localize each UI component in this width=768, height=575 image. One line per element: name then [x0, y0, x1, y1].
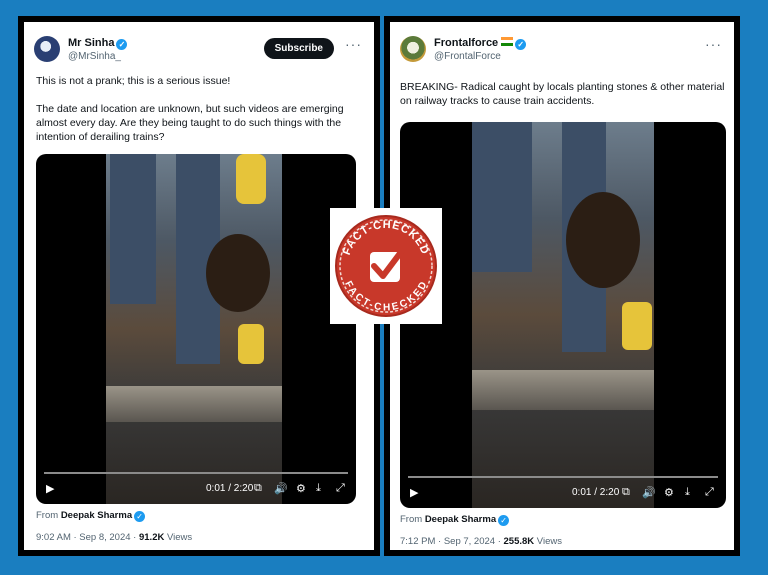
video-player[interactable]: ▶ 0:01 / 2:20 ⧉ 🔊 ⚙ ⤓ ⤢ — [400, 122, 726, 508]
play-icon[interactable]: ▶ — [410, 486, 418, 499]
fact-checked-stamp-box: FACT-CHECKED FACT-CHECKED — [330, 208, 442, 324]
india-flag-icon — [501, 37, 514, 46]
video-player[interactable]: ▶ 0:01 / 2:20 ⧉ 🔊 ⚙ ⤓ ⤢ — [36, 154, 356, 504]
tweet-header: Frontalforce ✓ @FrontalForce ··· — [400, 36, 724, 70]
volume-icon[interactable]: 🔊 — [274, 482, 288, 495]
pip-icon[interactable]: ⤓ — [316, 482, 321, 495]
video-sleeve — [622, 302, 652, 350]
tweet-text: BREAKING- Radical caught by locals plant… — [400, 81, 725, 107]
volume-icon[interactable]: 🔊 — [642, 486, 656, 499]
video-time: 0:01 / 2:20 — [206, 483, 254, 494]
author-name[interactable]: Mr Sinha ✓ — [68, 37, 128, 50]
author-handle[interactable]: @MrSinha_ — [68, 51, 121, 62]
tweet-meta: 7:12 PM · Sep 7, 2024 · 255.8K Views — [400, 536, 562, 547]
author-name-text: Mr Sinha — [68, 37, 115, 49]
avatar[interactable] — [400, 36, 426, 62]
video-sleeve — [236, 154, 266, 204]
video-time: 0:01 / 2:20 — [572, 487, 620, 498]
video-leg — [110, 154, 156, 304]
blue-frame: Mr Sinha ✓ @MrSinha_ Subscribe ··· This i… — [0, 0, 768, 575]
author-name[interactable]: Frontalforce ✓ — [434, 37, 527, 50]
from-author-link[interactable]: Deepak Sharma — [61, 510, 132, 521]
verified-badge-icon: ✓ — [515, 39, 527, 50]
timestamp[interactable]: 9:02 AM · Sep 8, 2024 · — [36, 532, 139, 543]
views-label: Views — [164, 532, 193, 543]
video-controls: ▶ 0:01 / 2:20 ⧉ 🔊 ⚙ ⤓ ⤢ — [36, 470, 356, 504]
subscribe-button[interactable]: Subscribe — [263, 38, 334, 59]
fullscreen-icon[interactable]: ⤢ — [336, 482, 345, 495]
tweet-header: Mr Sinha ✓ @MrSinha_ Subscribe ··· — [34, 36, 364, 70]
progress-bar[interactable] — [408, 476, 718, 478]
video-child-head — [206, 234, 270, 312]
tweet-meta: 9:02 AM · Sep 8, 2024 · 91.2K Views — [36, 532, 192, 543]
from-prefix: From — [36, 510, 59, 521]
views-count: 91.2K — [138, 532, 165, 543]
tweet-text-line2: The date and location are unknown, but s… — [36, 103, 344, 143]
video-frame — [106, 154, 282, 504]
views-label: Views — [534, 536, 562, 547]
settings-icon[interactable]: ⚙ — [296, 482, 306, 495]
from-attribution: From Deepak Sharma ✓ — [36, 510, 146, 522]
from-attribution: From Deepak Sharma ✓ — [400, 514, 510, 526]
play-icon[interactable]: ▶ — [46, 482, 54, 495]
video-rail — [472, 370, 654, 410]
timestamp[interactable]: 7:12 PM · Sep 7, 2024 · — [400, 536, 504, 547]
tweet-card-mr-sinha: Mr Sinha ✓ @MrSinha_ Subscribe ··· This i… — [24, 22, 374, 550]
tweet-text-line1: This is not a prank; this is a serious i… — [36, 75, 231, 87]
author-handle[interactable]: @FrontalForce — [434, 51, 501, 62]
more-icon[interactable]: ··· — [345, 36, 362, 52]
verified-badge-icon: ✓ — [116, 39, 128, 50]
verified-badge-icon: ✓ — [498, 515, 510, 526]
video-frame — [472, 122, 654, 508]
video-leg — [472, 122, 532, 272]
progress-bar[interactable] — [44, 472, 348, 474]
views-count: 255.8K — [503, 536, 535, 547]
settings-icon[interactable]: ⚙ — [664, 486, 674, 499]
from-prefix: From — [400, 514, 423, 525]
video-rail — [106, 386, 282, 422]
verified-badge-icon: ✓ — [134, 511, 146, 522]
fullscreen-icon[interactable]: ⤢ — [705, 486, 714, 499]
author-name-text: Frontalforce — [434, 37, 499, 49]
fact-checked-stamp: FACT-CHECKED FACT-CHECKED — [335, 215, 437, 317]
more-icon[interactable]: ··· — [705, 36, 722, 52]
avatar[interactable] — [34, 36, 60, 62]
left-screenshot-panel: Mr Sinha ✓ @MrSinha_ Subscribe ··· This i… — [18, 16, 380, 556]
from-author-link[interactable]: Deepak Sharma — [425, 514, 496, 525]
video-controls: ▶ 0:01 / 2:20 ⧉ 🔊 ⚙ ⤓ ⤢ — [400, 474, 726, 508]
captions-icon[interactable]: ⧉ — [254, 482, 262, 495]
pip-icon[interactable]: ⤓ — [685, 486, 690, 499]
captions-icon[interactable]: ⧉ — [622, 486, 630, 499]
video-child-head — [566, 192, 640, 288]
video-sleeve — [238, 324, 264, 364]
